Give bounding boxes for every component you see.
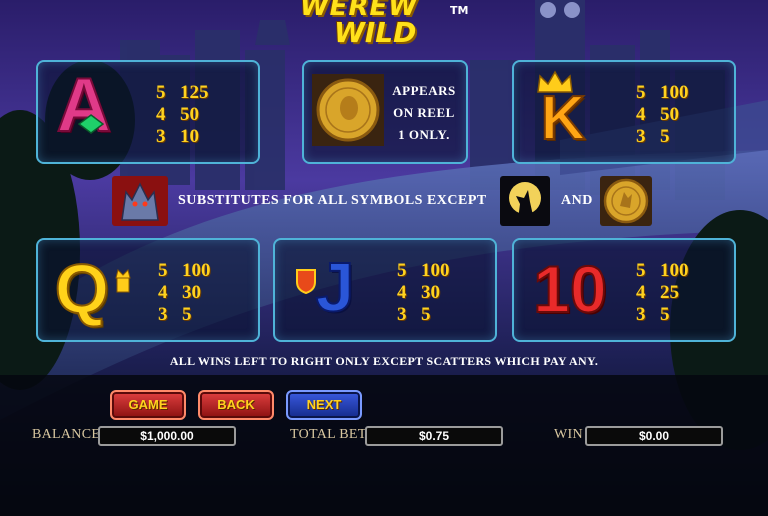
paytable-panel-king: K 5 100 4 50 35 xyxy=(512,60,736,164)
total-bet-value: $0.75 xyxy=(365,426,503,446)
total-bet-label: TOTAL BET xyxy=(290,427,367,442)
payout-row: 4 30 xyxy=(158,282,201,303)
rules-text: ALL WINS LEFT TO RIGHT ONLY EXCEPT SCATT… xyxy=(169,354,599,368)
balance-value: $1,000.00 xyxy=(98,426,236,446)
ace-payouts: 5 125 4 50 3 10 xyxy=(156,82,209,148)
queen-symbol: Q xyxy=(54,249,110,329)
payout-row: 35 xyxy=(636,126,670,147)
ace-symbol: A xyxy=(56,63,113,149)
payout-row: 4 50 xyxy=(156,104,199,125)
win-value: $0.00 xyxy=(585,426,723,446)
paytable-panel-scatter: APPEARS ON REEL 1 ONLY. xyxy=(302,60,468,164)
payout-row: 35 xyxy=(158,304,192,325)
payout-row: 5 100 xyxy=(397,260,450,281)
king-symbol: K xyxy=(540,83,587,154)
and-text: AND xyxy=(561,193,593,208)
payout-row: 5 100 xyxy=(636,260,689,281)
scatter-description: APPEARS ON REEL 1 ONLY. xyxy=(392,83,456,142)
game-button[interactable]: GAME xyxy=(110,390,186,420)
emerald-gem-icon xyxy=(78,114,104,134)
ten-symbol: 10 xyxy=(532,251,607,327)
werewolf-wild-icon xyxy=(112,176,168,226)
gold-coin-scatter-icon xyxy=(312,74,384,146)
payout-row: 5 100 xyxy=(158,260,211,281)
paytable-panel-ten: 10 5 100 4 25 35 xyxy=(512,238,736,342)
payout-row: 4 30 xyxy=(397,282,440,303)
payout-row: 3 10 xyxy=(156,126,199,147)
gold-coin-icon xyxy=(600,176,652,226)
win-label: WIN xyxy=(554,427,583,442)
balance-label: BALANCE xyxy=(32,427,101,442)
jack-payouts: 5 100 4 30 35 xyxy=(397,260,450,326)
queen-payouts: 5 100 4 30 35 xyxy=(158,260,211,326)
ten-payouts: 5 100 4 25 35 xyxy=(636,260,689,326)
logo-trademark: TM xyxy=(450,4,469,17)
payout-row: 5 125 xyxy=(156,82,209,103)
payout-row: 35 xyxy=(397,304,431,325)
moon-werewolf-icon xyxy=(500,176,550,226)
back-button[interactable]: BACK xyxy=(198,390,274,420)
king-payouts: 5 100 4 50 35 xyxy=(636,82,689,148)
wild-substitution-text: SUBSTITUTES FOR ALL SYMBOLS EXCEPT xyxy=(178,193,487,208)
jack-symbol: J xyxy=(315,247,356,327)
game-logo: WEREW WILD TM xyxy=(290,0,480,54)
payout-row: 4 25 xyxy=(636,282,679,303)
payout-row: 35 xyxy=(636,304,670,325)
paytable-panel-jack: J 5 100 4 30 35 xyxy=(273,238,497,342)
paytable-panel-ace: A 5 125 4 50 3 10 xyxy=(36,60,260,164)
small-crown-icon xyxy=(115,269,131,293)
next-button[interactable]: NEXT xyxy=(286,390,362,420)
logo-line-2: WILD xyxy=(334,16,417,49)
paytable-panel-queen: Q 5 100 4 30 35 xyxy=(36,238,260,342)
payout-row: 4 50 xyxy=(636,104,679,125)
payout-row: 5 100 xyxy=(636,82,689,103)
